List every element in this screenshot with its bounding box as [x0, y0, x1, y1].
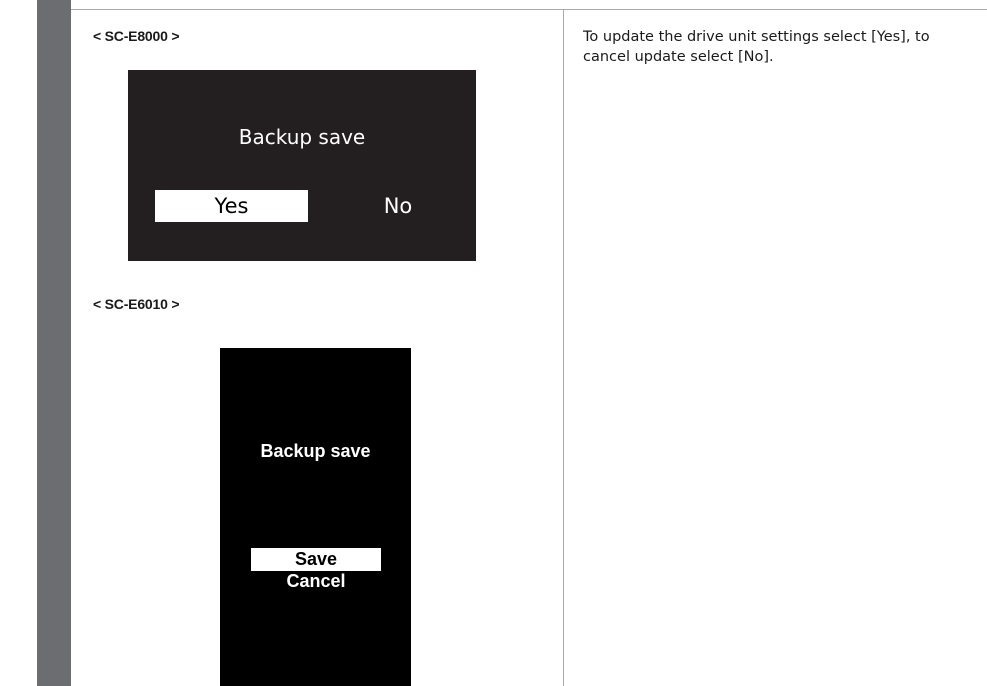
top-rule — [71, 9, 987, 10]
instruction-text: To update the drive unit settings select… — [583, 29, 930, 65]
screen-title: Backup save — [238, 125, 366, 149]
option-cancel: Cancel — [286, 571, 346, 591]
column-divider — [563, 10, 564, 686]
sidebar-strip — [37, 0, 71, 686]
display-screen-sc-e6010: Backup save Save Cancel — [220, 348, 411, 686]
model-label-sc-e6010: < SC-E6010 > — [93, 296, 180, 312]
manual-page: < SC-E8000 > Backup save Yes No < SC-E60… — [0, 0, 987, 686]
display-screen-sc-e8000: Backup save Yes No — [128, 70, 476, 261]
model-label-sc-e8000: < SC-E8000 > — [93, 28, 180, 44]
option-save-selected: Save — [251, 548, 381, 571]
option-yes-selected: Yes — [155, 190, 308, 222]
option-no: No — [383, 194, 413, 218]
screen-title: Backup save — [260, 441, 371, 461]
